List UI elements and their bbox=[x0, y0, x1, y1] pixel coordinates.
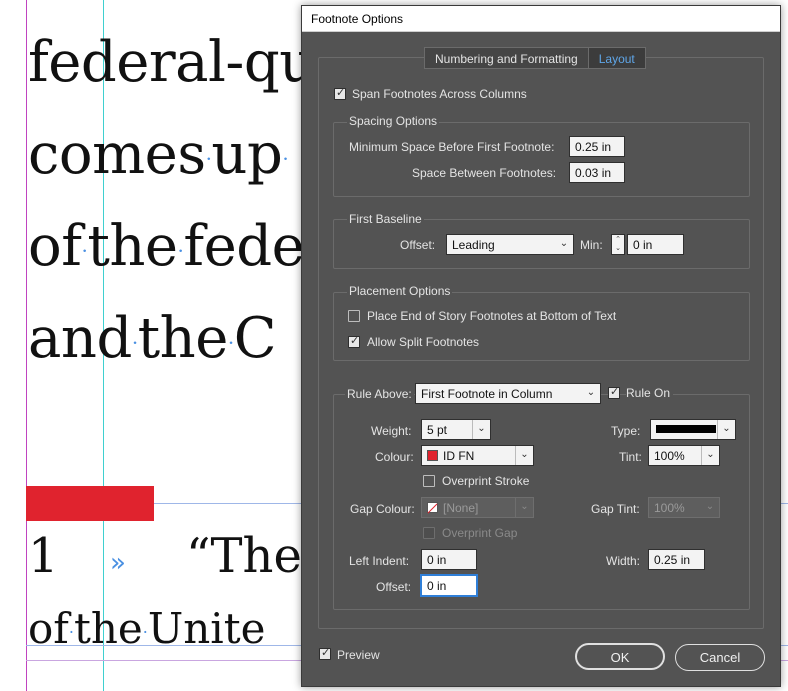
type-label: Type: bbox=[611, 424, 641, 438]
colour-value: ID FN bbox=[443, 449, 475, 463]
rule-on-checkbox[interactable]: ✓ bbox=[608, 385, 620, 399]
text-line: and·the·C bbox=[28, 306, 277, 371]
footnote-number: 1 bbox=[28, 528, 59, 584]
text-word: comes bbox=[28, 122, 206, 187]
min-space-input[interactable]: 0.25 in bbox=[569, 136, 625, 157]
rule-offset-label: Offset: bbox=[376, 580, 412, 594]
text-word: and bbox=[28, 306, 132, 371]
footnote-text-line: of·the·Unite bbox=[28, 604, 266, 653]
left-indent-label: Left Indent: bbox=[349, 554, 410, 568]
tab-bar: Numbering and Formatting Layout bbox=[424, 47, 646, 69]
text-word: the bbox=[73, 604, 143, 653]
chevron-down-icon: ⌄ bbox=[515, 446, 533, 465]
chevron-down-icon: ⌄ bbox=[559, 238, 569, 249]
gap-tint-select[interactable]: 100% ⌄ bbox=[648, 497, 720, 518]
text-line: of·the·fede bbox=[28, 214, 305, 279]
width-input[interactable]: 0.25 in bbox=[648, 549, 705, 570]
colour-swatch bbox=[427, 450, 438, 461]
text-word: the bbox=[87, 214, 178, 279]
end-of-story-checkbox[interactable] bbox=[348, 310, 360, 322]
tint-select[interactable]: 100% ⌄ bbox=[648, 445, 720, 466]
baseline-offset-select[interactable]: Leading ⌄ bbox=[446, 234, 574, 255]
placement-options-heading: Placement Options bbox=[347, 284, 453, 298]
preview-checkbox[interactable]: ✓ bbox=[319, 646, 331, 660]
margin-guide bbox=[26, 0, 27, 691]
text-word: up bbox=[211, 122, 283, 187]
gap-tint-label: Gap Tint: bbox=[591, 502, 640, 516]
overprint-gap-checkbox[interactable] bbox=[423, 527, 435, 539]
text-word: the bbox=[137, 306, 229, 371]
rule-offset-input[interactable]: 0 in bbox=[421, 575, 477, 596]
placement-options-group bbox=[333, 292, 750, 361]
chevron-down-icon: ⌄ bbox=[515, 498, 533, 517]
tint-value: 100% bbox=[654, 449, 685, 463]
rule-above-select[interactable]: First Footnote in Column ⌄ bbox=[415, 383, 601, 404]
tint-label: Tint: bbox=[619, 450, 642, 464]
type-select[interactable]: ⌄ bbox=[650, 419, 736, 440]
footnote-options-dialog: Footnote Options Numbering and Formattin… bbox=[301, 5, 781, 687]
text-word: C bbox=[233, 306, 277, 371]
text-line: comes·up· bbox=[28, 122, 289, 187]
gap-colour-value: [None] bbox=[443, 501, 479, 515]
chevron-down-icon: ⌄ bbox=[472, 420, 490, 439]
text-word: Unite bbox=[147, 604, 266, 653]
gap-colour-label: Gap Colour: bbox=[350, 502, 415, 516]
text-word: fede bbox=[183, 214, 305, 279]
text-line: federal-qu bbox=[28, 30, 315, 95]
span-footnotes-checkbox[interactable]: ✓ bbox=[334, 86, 346, 100]
first-baseline-heading: First Baseline bbox=[347, 212, 424, 226]
ok-button[interactable]: OK bbox=[575, 643, 665, 670]
tab-numbering-formatting[interactable]: Numbering and Formatting bbox=[424, 47, 589, 69]
solid-line-icon bbox=[656, 425, 716, 433]
weight-label: Weight: bbox=[371, 424, 412, 438]
span-footnotes-label: Span Footnotes Across Columns bbox=[352, 87, 527, 101]
colour-label: Colour: bbox=[375, 450, 414, 464]
space-between-label: Space Between Footnotes: bbox=[412, 166, 557, 180]
allow-split-label: Allow Split Footnotes bbox=[367, 335, 480, 349]
baseline-offset-value: Leading bbox=[452, 238, 495, 252]
baseline-min-stepper[interactable]: ⌃ ⌄ bbox=[611, 234, 625, 255]
text-word: of bbox=[28, 604, 69, 653]
baseline-min-label: Min: bbox=[580, 238, 603, 252]
text-word: federal-qu bbox=[28, 30, 315, 95]
chevron-down-icon: ⌄ bbox=[717, 420, 735, 439]
footnote-rule bbox=[26, 486, 154, 521]
overprint-stroke-label: Overprint Stroke bbox=[442, 474, 530, 488]
min-space-label: Minimum Space Before First Footnote: bbox=[349, 140, 555, 154]
text-word: of bbox=[28, 214, 82, 279]
rule-on-label: Rule On bbox=[626, 386, 674, 400]
baseline-min-input[interactable]: 0 in bbox=[627, 234, 684, 255]
footnote-text: “The bbox=[186, 528, 302, 584]
gap-tint-value: 100% bbox=[654, 501, 685, 515]
overprint-gap-label: Overprint Gap bbox=[442, 526, 518, 540]
spacing-options-heading: Spacing Options bbox=[347, 114, 440, 128]
tab-marker-icon: » bbox=[110, 548, 126, 578]
chevron-down-icon: ⌄ bbox=[586, 387, 596, 398]
chevron-down-icon: ⌄ bbox=[701, 446, 719, 465]
left-indent-input[interactable]: 0 in bbox=[421, 549, 477, 570]
chevron-down-icon: ⌄ bbox=[705, 501, 715, 512]
width-label: Width: bbox=[606, 554, 641, 568]
spacing-options-group bbox=[333, 122, 750, 197]
weight-value: 5 pt bbox=[427, 423, 448, 437]
overprint-stroke-checkbox[interactable] bbox=[423, 475, 435, 487]
cancel-button[interactable]: Cancel bbox=[675, 644, 765, 671]
tab-layout[interactable]: Layout bbox=[588, 47, 646, 69]
dialog-title: Footnote Options bbox=[311, 12, 404, 26]
none-swatch-icon bbox=[427, 502, 438, 513]
baseline-offset-label: Offset: bbox=[400, 238, 436, 252]
preview-label: Preview bbox=[337, 648, 380, 662]
title-bar[interactable]: Footnote Options bbox=[302, 6, 780, 32]
end-of-story-label: Place End of Story Footnotes at Bottom o… bbox=[367, 309, 617, 323]
allow-split-checkbox[interactable]: ✓ bbox=[348, 334, 360, 348]
colour-select[interactable]: ID FN ⌄ bbox=[421, 445, 534, 466]
weight-select[interactable]: 5 pt ⌄ bbox=[421, 419, 491, 440]
rule-above-value: First Footnote in Column bbox=[421, 387, 553, 401]
gap-colour-select[interactable]: [None] ⌄ bbox=[421, 497, 534, 518]
space-between-input[interactable]: 0.03 in bbox=[569, 162, 625, 183]
rule-above-label: Rule Above: bbox=[345, 387, 414, 401]
